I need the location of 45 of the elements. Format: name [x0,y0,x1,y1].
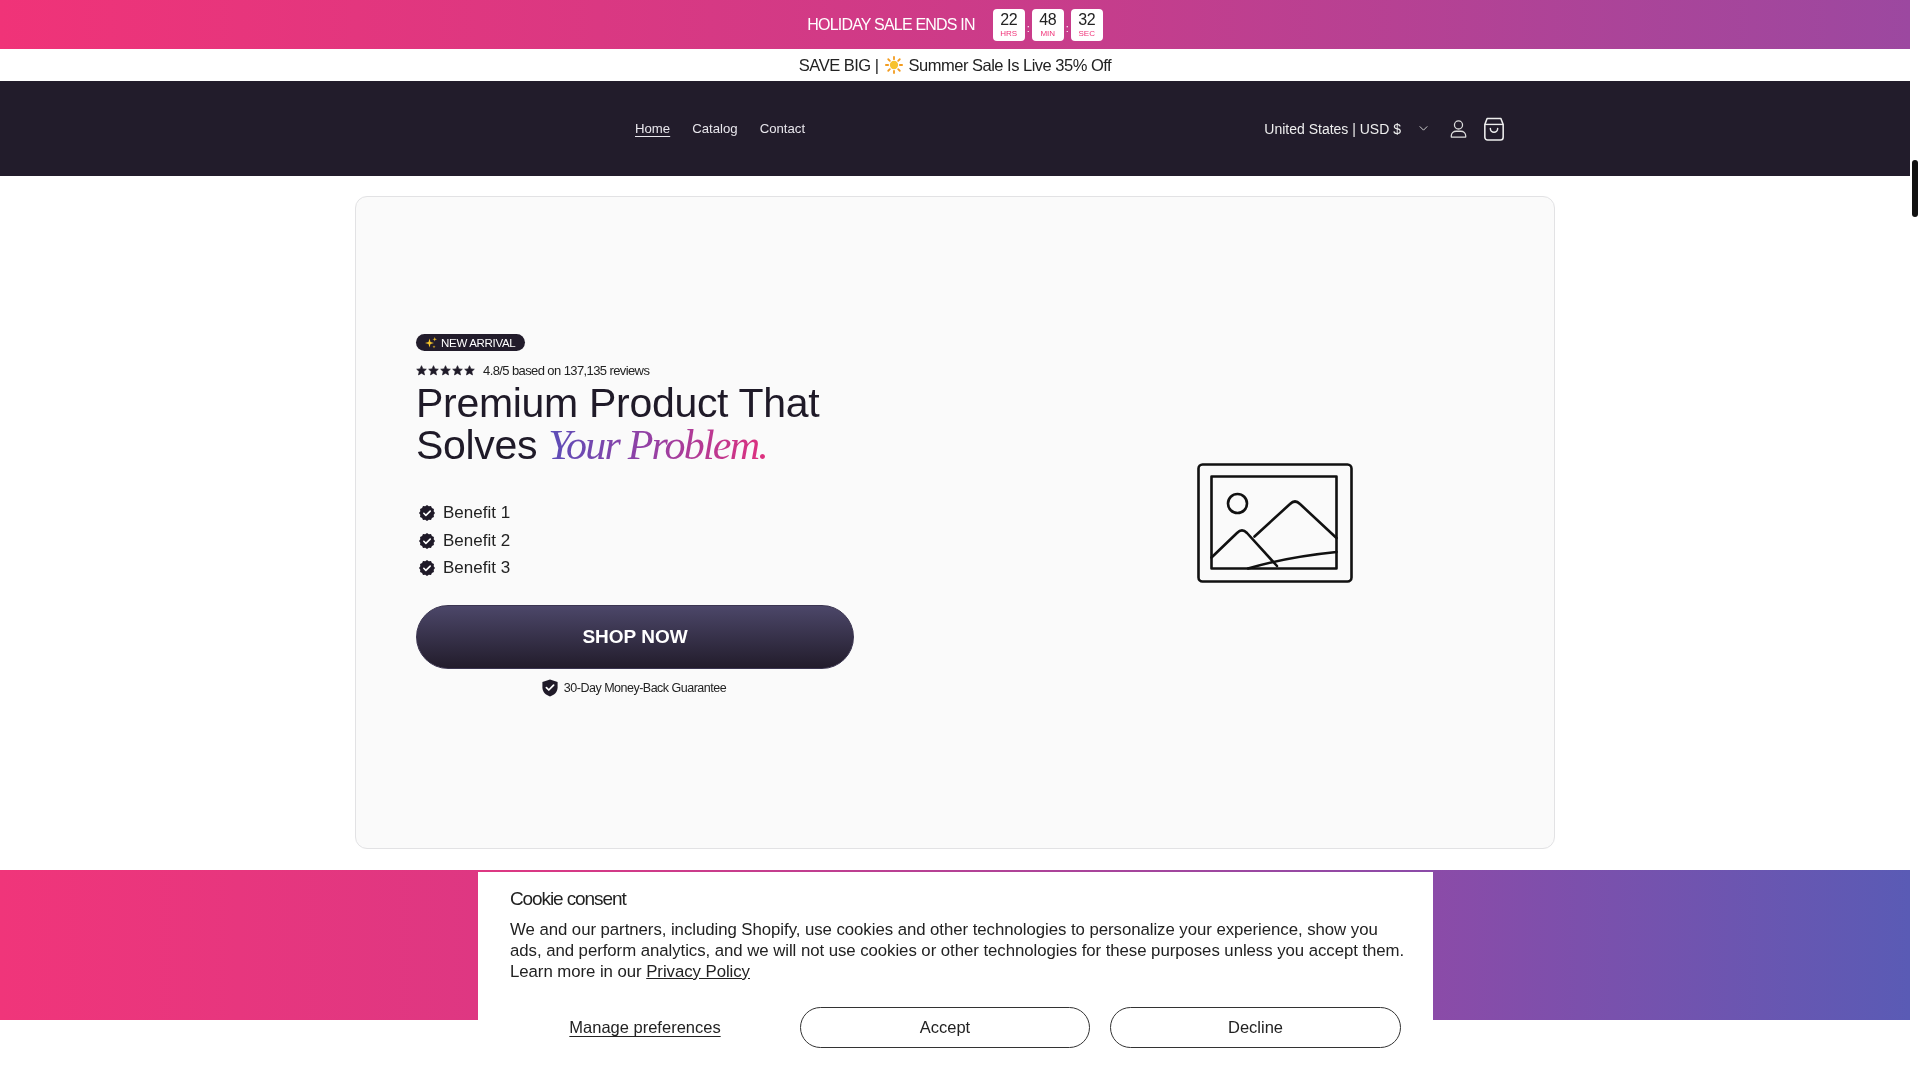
star-icon [416,365,427,377]
check-badge-icon [419,532,435,549]
sale-countdown-label: HOLIDAY SALE ENDS IN [807,15,975,34]
consent-button[interactable]: Decline [1110,1007,1401,1048]
rating-text: 4.8/5 based on 137,135 reviews [483,363,650,379]
star-icon [452,365,463,377]
cookie-text: We and our partners, including Shopify, use cookies and other technologies to personalize your experience, show you ads, and perform analytics, and we will not use cookies or other technologies for these purposes unless you accept them. Learn more in our Privacy Policy [510,919,1406,982]
consent-button[interactable]: Accept [800,1007,1090,1048]
star-icon [428,365,439,377]
time-separator: : [1025,21,1031,34]
privacy-policy-link[interactable]: Privacy Policy [646,962,750,981]
chevron-down-icon [1419,126,1428,131]
hero-heading: Premium Product That Solves Your Problem. [416,382,821,467]
locale-selector[interactable]: United States | USD $ [1262,116,1430,141]
check-badge-icon [419,505,435,521]
benefit-text: Benefit 2 [443,529,511,552]
countdown-unit: SEC [1078,29,1095,38]
shop-now-button[interactable]: SHOP NOW [416,604,854,669]
shield-check-icon [541,678,558,697]
label-text: NEW ARRIVAL [441,336,516,349]
guarantee-text: 30-Day Money-Back Guarantee [563,680,727,695]
bag-icon[interactable] [1483,116,1505,141]
check-badge-icon [419,560,435,576]
countdown-unit: HRS [1000,29,1018,38]
announcement-text: SAVE BIG | [798,55,879,75]
countdown-number: 32 [1078,12,1096,28]
sparkle-icon [425,336,437,349]
star-icon [464,365,475,377]
nav-link[interactable]: Home [635,120,671,137]
user-icon[interactable] [1450,119,1467,138]
benefit-text: Benefit 1 [443,502,511,524]
countdown-number: 22 [1000,12,1018,28]
countdown-number: 48 [1039,12,1057,28]
countdown-unit: MIN [1040,29,1056,38]
image-placeholder-icon [1197,462,1353,583]
announcement-text: Summer Sale Is Live 35% Off [908,55,1112,75]
scrollbar-thumb[interactable] [1912,160,1918,217]
nav-link[interactable]: Catalog [692,120,738,137]
manage-preferences-link[interactable]: Manage preferences [510,1007,780,1048]
cookie-title: Cookie consent [510,888,628,910]
time-separator: : [1064,21,1070,34]
sun-icon [884,56,903,74]
benefit-text: Benefit 3 [443,557,511,579]
nav-link[interactable]: Contact [759,120,806,137]
star-icon [440,365,451,377]
